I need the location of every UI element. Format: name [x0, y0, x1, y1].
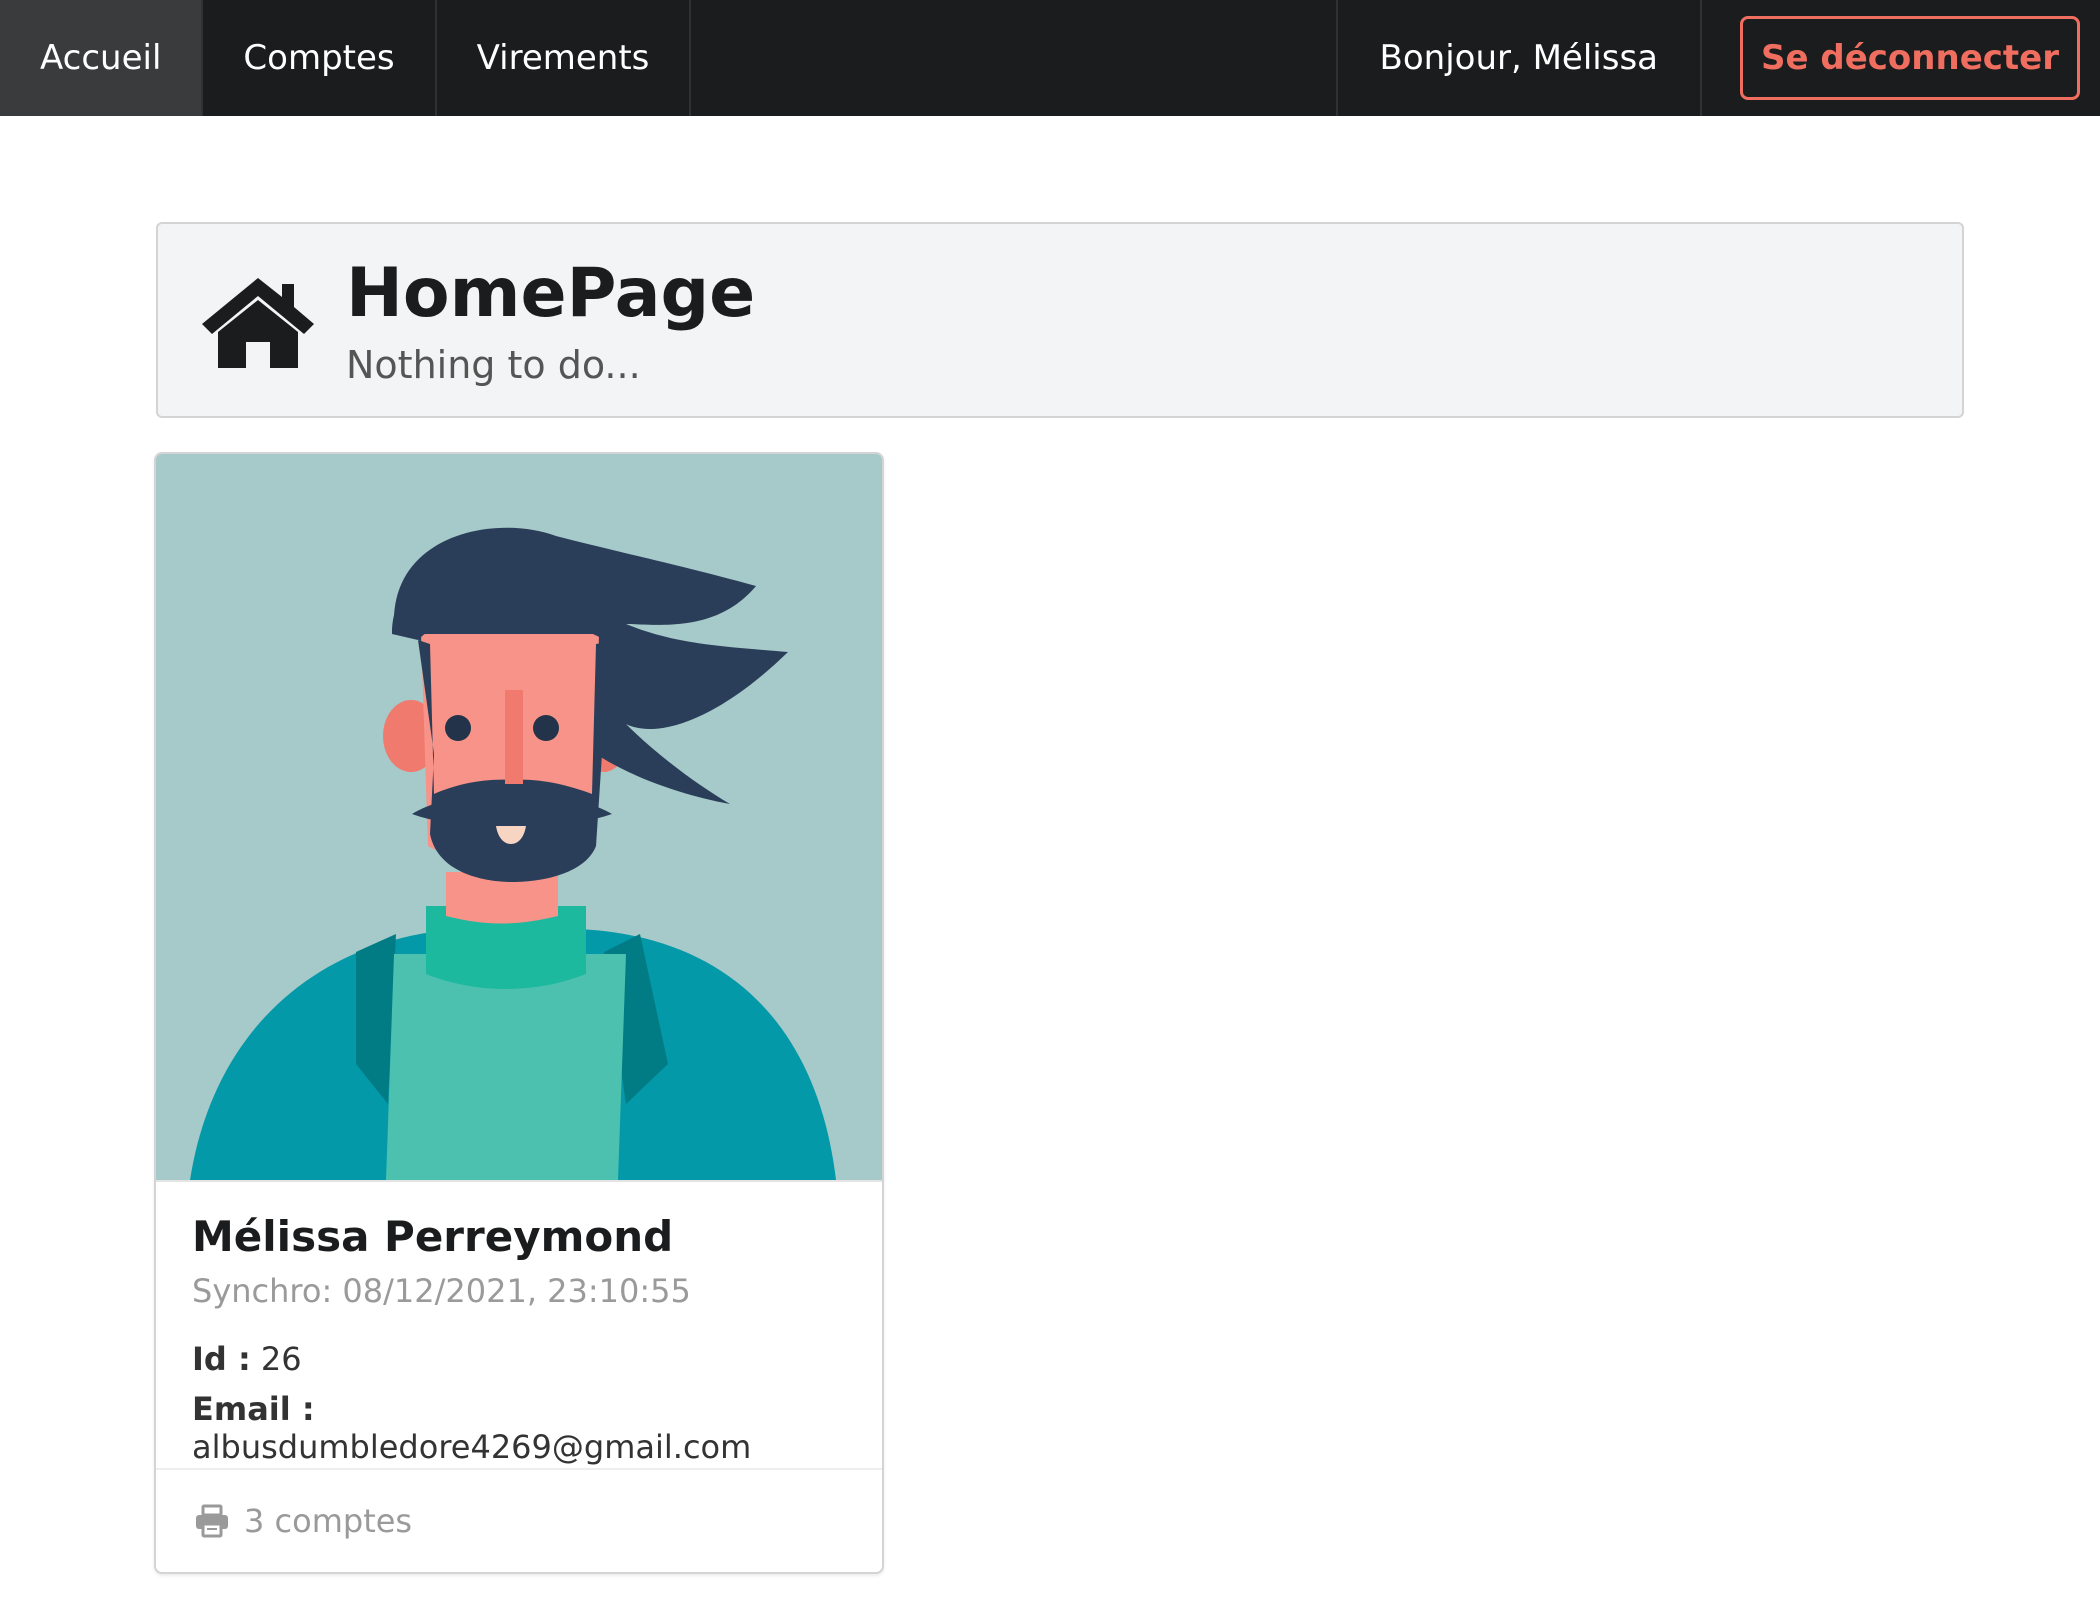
- page-header: HomePage Nothing to do...: [156, 222, 1964, 418]
- profile-id-row: Id : 26: [192, 1340, 302, 1378]
- page-title: HomePage: [346, 254, 756, 333]
- profile-email-label: Email :: [192, 1390, 315, 1428]
- logout-wrapper: Se déconnecter: [1702, 0, 2100, 116]
- printer-icon: [196, 1504, 228, 1538]
- profile-card: Mélissa Perreymond Synchro: 08/12/2021, …: [154, 452, 884, 1574]
- home-icon: [202, 278, 314, 368]
- page-subtitle: Nothing to do...: [346, 343, 641, 387]
- profile-id-label: Id :: [192, 1340, 251, 1378]
- accounts-count[interactable]: 3 comptes: [156, 1468, 882, 1572]
- nav-item-label: Virements: [476, 38, 650, 78]
- accounts-count-label: 3 comptes: [244, 1502, 413, 1540]
- profile-email-row: Email : albusdumbledore4269@gmail.com: [192, 1390, 882, 1466]
- logout-button[interactable]: Se déconnecter: [1740, 16, 2080, 100]
- nav-item-comptes[interactable]: Comptes: [203, 0, 437, 116]
- sync-timestamp: Synchro: 08/12/2021, 23:10:55: [192, 1272, 691, 1310]
- nav-item-virements[interactable]: Virements: [437, 0, 692, 116]
- nav-item-accueil[interactable]: Accueil: [0, 0, 204, 116]
- user-greeting: Bonjour, Mélissa: [1335, 0, 1702, 116]
- avatar-illustration: [190, 527, 836, 1180]
- nav-item-label: Accueil: [40, 38, 162, 78]
- nav-item-label: Comptes: [243, 38, 395, 78]
- top-menu: Accueil Comptes Virements Bonjour, Mélis…: [0, 0, 2100, 116]
- profile-email-value: albusdumbledore4269@gmail.com: [192, 1428, 752, 1466]
- avatar: [156, 454, 882, 1182]
- profile-id-value: 26: [260, 1340, 302, 1378]
- profile-name: Mélissa Perreymond: [192, 1212, 674, 1261]
